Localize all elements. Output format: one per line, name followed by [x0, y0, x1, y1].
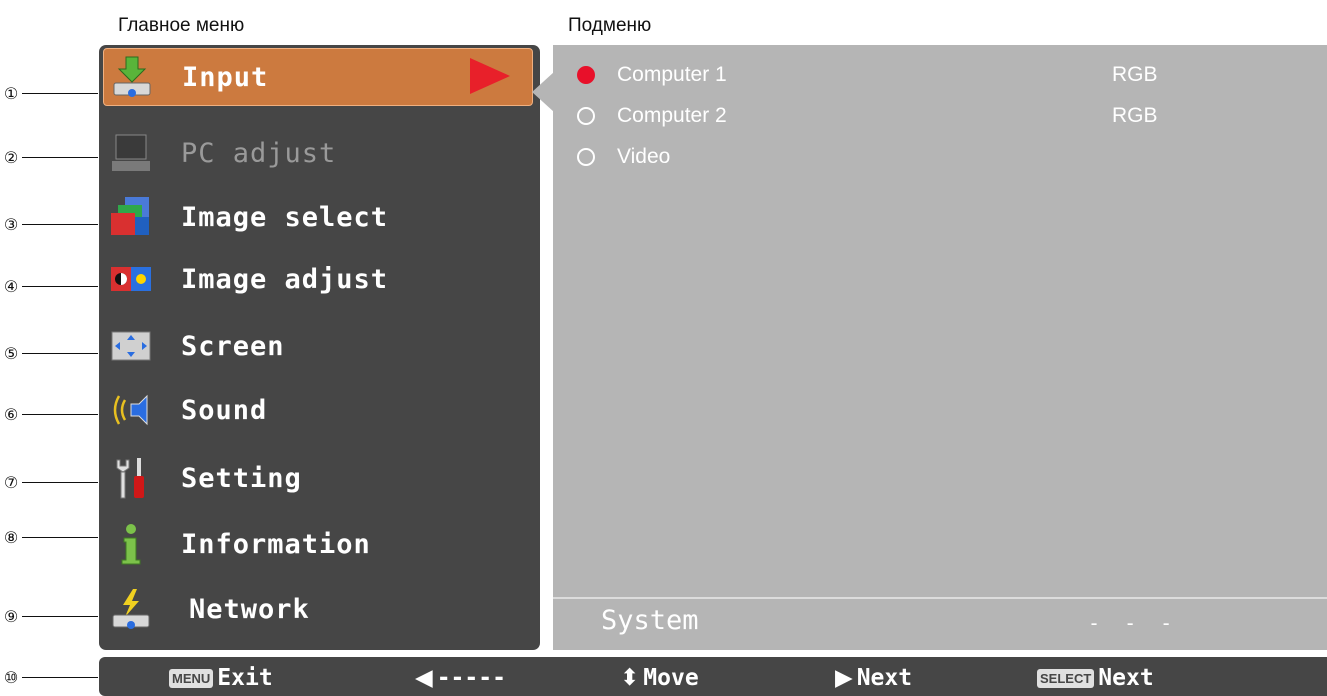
pc-adjust-icon	[112, 134, 150, 171]
callout-2: ②	[0, 147, 98, 167]
menu-label-network: Network	[189, 593, 310, 625]
submenu-option-label: Computer 1	[617, 63, 727, 86]
select-next-hint[interactable]: SELECT Next	[1037, 665, 1154, 691]
exit-label: Exit	[217, 665, 273, 691]
menu-item-network[interactable]: Network	[103, 580, 533, 638]
sound-icon	[113, 394, 148, 426]
divider	[553, 597, 1327, 599]
select-next-label: Next	[1098, 665, 1154, 691]
main-menu: Input PC adjust Image select Image adjus…	[99, 45, 540, 650]
setting-icon	[116, 458, 144, 499]
image-select-icon	[111, 197, 149, 235]
up-down-arrow-icon: ⬍	[620, 665, 640, 691]
submenu-option-label: Computer 2	[617, 104, 727, 127]
network-icon	[112, 589, 150, 629]
submenu-arrow-icon	[470, 58, 510, 94]
menu-label-image-adjust: Image adjust	[181, 263, 389, 295]
menu-label-pc-adjust: PC adjust	[181, 137, 337, 169]
right-arrow-icon: ▶	[835, 665, 853, 691]
main-menu-caption: Главное меню	[118, 15, 245, 36]
menu-item-input[interactable]: Input	[103, 48, 533, 106]
status-bar: MENU Exit ◀ ----- ⬍ Move ▶ Next SELECT N…	[99, 657, 1327, 696]
menu-item-image-adjust[interactable]: Image adjust	[103, 250, 533, 308]
submenu-pointer	[532, 72, 554, 112]
select-key-icon: SELECT	[1037, 668, 1095, 688]
information-icon	[121, 524, 141, 565]
system-label: System	[601, 605, 699, 636]
submenu-option-label: Video	[617, 145, 671, 168]
callout-8: ⑧	[0, 527, 98, 547]
menu-item-sound[interactable]: Sound	[103, 381, 533, 439]
callout-1: ①	[0, 83, 98, 103]
menu-label-image-select: Image select	[181, 201, 389, 233]
back-hint: ◀ -----	[415, 665, 506, 691]
menu-item-setting[interactable]: Setting	[103, 449, 533, 507]
next-label: Next	[856, 665, 913, 691]
menu-item-pc-adjust[interactable]: PC adjust	[103, 124, 533, 182]
callout-5: ⑤	[0, 343, 98, 363]
system-value: - - -	[1088, 611, 1179, 635]
menu-label-information: Information	[181, 528, 371, 560]
screen-icon	[111, 331, 151, 361]
input-icon	[113, 56, 151, 97]
submenu-option-value: RGB	[1112, 104, 1158, 127]
submenu-option-video[interactable]: Video	[577, 142, 1327, 172]
menu-label-setting: Setting	[181, 462, 302, 494]
menu-label-screen: Screen	[181, 330, 285, 362]
callout-7: ⑦	[0, 472, 98, 492]
back-label: -----	[436, 665, 506, 691]
callout-3: ③	[0, 214, 98, 234]
menu-label-input: Input	[182, 61, 269, 93]
exit-hint[interactable]: MENU Exit	[169, 665, 273, 691]
radio-unselected-icon	[577, 107, 595, 125]
callout-9: ⑨	[0, 606, 98, 626]
move-hint: ⬍ Move	[620, 665, 699, 691]
move-label: Move	[643, 665, 699, 691]
callout-4: ④	[0, 276, 98, 296]
callout-6: ⑥	[0, 404, 98, 424]
submenu-option-computer-2[interactable]: Computer 2 RGB	[577, 101, 1327, 131]
menu-item-image-select[interactable]: Image select	[103, 188, 533, 246]
radio-selected-icon	[577, 66, 595, 84]
radio-unselected-icon	[577, 148, 595, 166]
menu-key-icon: MENU	[169, 668, 214, 688]
submenu-option-value: RGB	[1112, 63, 1158, 86]
callout-10: ⑩	[0, 667, 98, 687]
menu-item-screen[interactable]: Screen	[103, 317, 533, 375]
next-hint: ▶ Next	[835, 665, 912, 691]
menu-item-information[interactable]: Information	[103, 515, 533, 573]
image-adjust-icon	[111, 267, 151, 291]
submenu-panel: Computer 1 RGB Computer 2 RGB Video Syst…	[553, 45, 1327, 650]
submenu-option-computer-1[interactable]: Computer 1 RGB	[577, 60, 1327, 90]
menu-label-sound: Sound	[181, 394, 268, 426]
left-arrow-icon: ◀	[415, 665, 433, 691]
submenu-caption: Подменю	[568, 15, 652, 36]
